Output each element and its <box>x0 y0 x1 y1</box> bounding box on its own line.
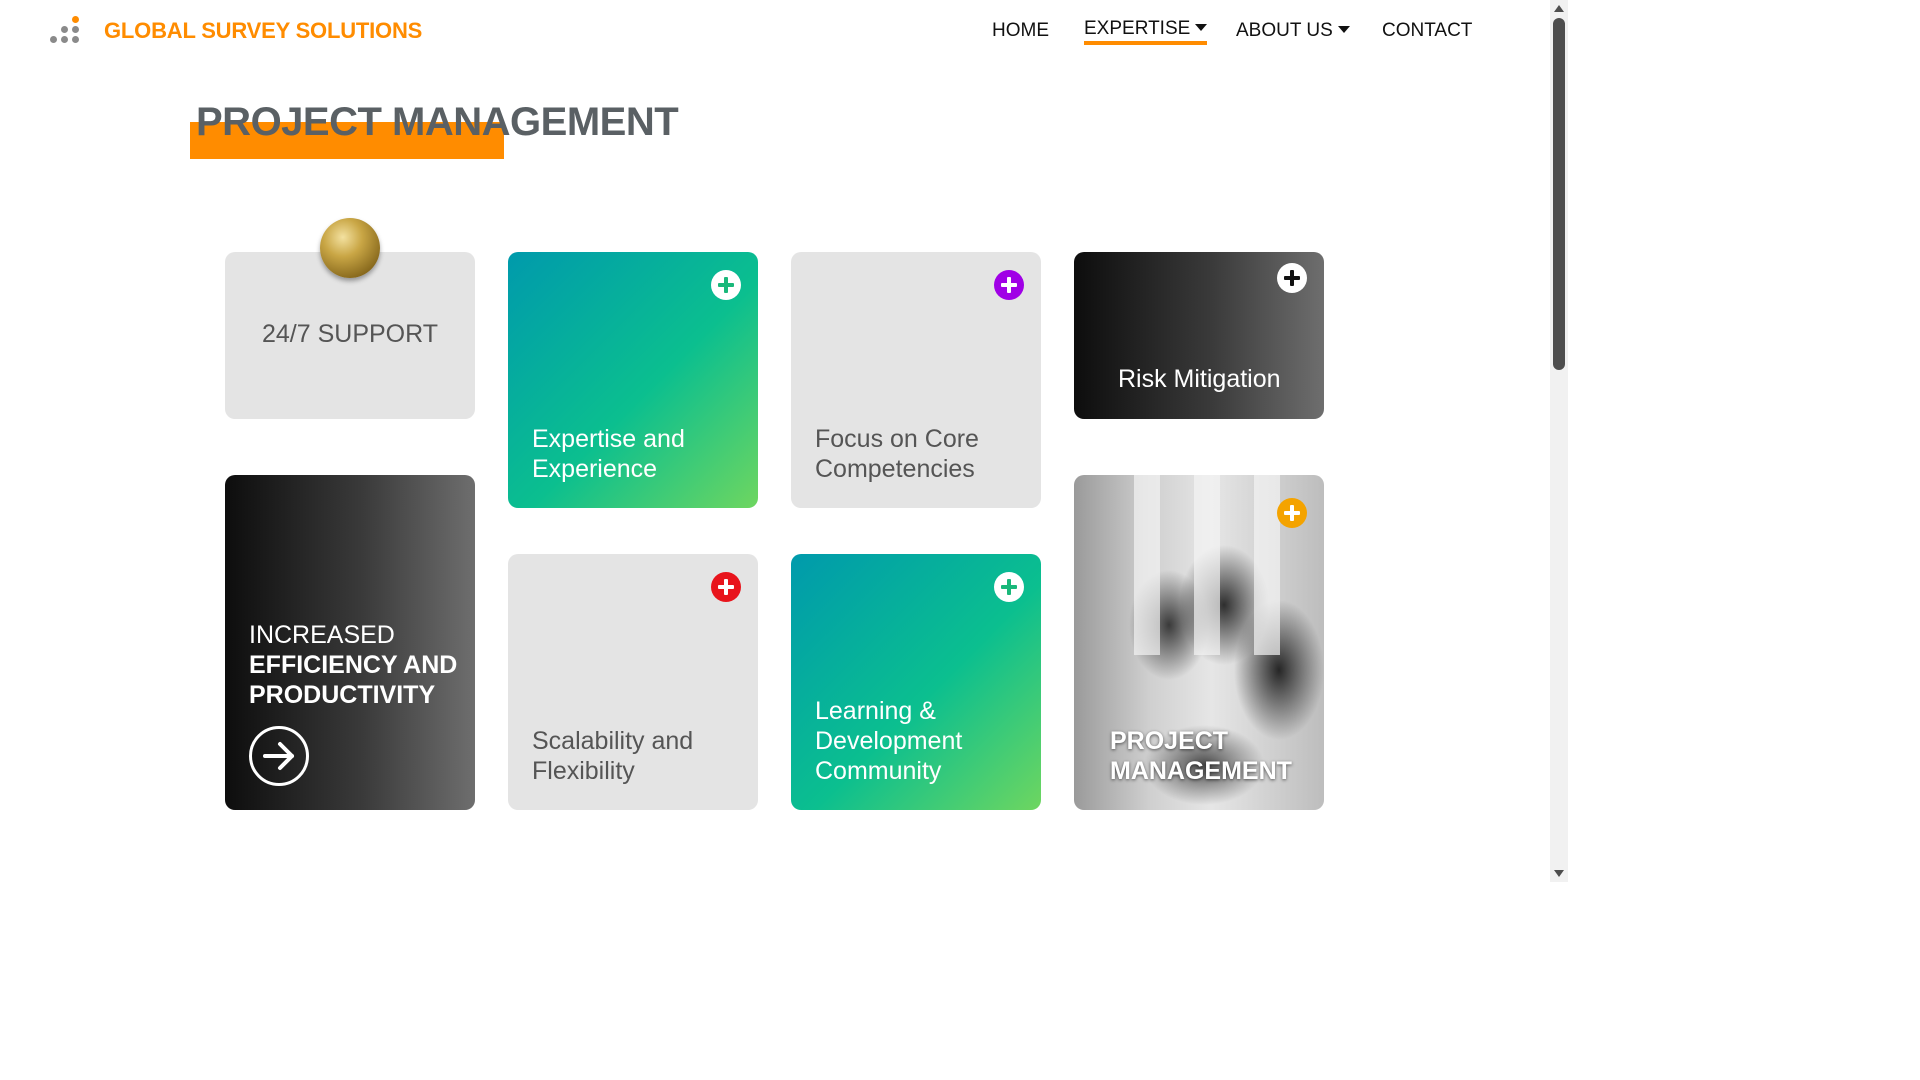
nav-expertise[interactable]: EXPERTISE <box>1084 18 1208 45</box>
card-risk-label: Risk Mitigation <box>1118 365 1281 393</box>
plus-circle-icon[interactable] <box>711 270 741 300</box>
card-project-management[interactable]: PROJECT MANAGEMENT <box>1074 475 1324 810</box>
plus-circle-icon[interactable] <box>1277 263 1307 293</box>
caret-down-icon <box>1195 24 1208 31</box>
nav-home-label: HOME <box>992 20 1049 41</box>
scroll-thumb[interactable] <box>1553 18 1565 370</box>
card-focus-label: Focus on Core Competencies <box>815 424 979 484</box>
plus-circle-icon[interactable] <box>711 572 741 602</box>
card-focus[interactable]: Focus on Core Competencies <box>791 252 1041 508</box>
card-efficiency-line2: EFFICIENCY AND <box>249 651 458 679</box>
card-scalability[interactable]: Scalability and Flexibility <box>508 554 758 810</box>
card-risk[interactable]: Risk Mitigation <box>1074 252 1324 419</box>
nav-about-us-label: ABOUT US <box>1236 20 1333 41</box>
card-project-management-label: PROJECT MANAGEMENT <box>1110 726 1292 786</box>
scroll-up-arrow-icon[interactable] <box>1554 5 1564 12</box>
card-scalability-line1: Scalability and <box>532 727 694 755</box>
plus-circle-icon[interactable] <box>994 572 1024 602</box>
card-support-label: 24/7 SUPPORT <box>261 320 438 348</box>
main-nav: HOME EXPERTISE ABOUT US CONTACT <box>0 18 1568 48</box>
card-efficiency-line3: PRODUCTIVITY <box>249 681 436 709</box>
nav-contact-label: CONTACT <box>1382 20 1473 41</box>
nav-expertise-label: EXPERTISE <box>1084 18 1191 39</box>
nav-contact[interactable]: CONTACT <box>1382 20 1472 42</box>
card-expertise[interactable]: Expertise and Experience <box>508 252 758 508</box>
card-learning[interactable]: Learning & Development Community <box>791 554 1041 810</box>
card-learning-label: Learning & Development Community <box>815 696 962 786</box>
page-title: PROJECT MANAGEMENT <box>196 100 679 144</box>
photo-window <box>1254 475 1280 655</box>
card-efficiency-label: INCREASED EFFICIENCY AND PRODUCTIVITY <box>249 620 457 710</box>
card-learning-line1: Learning & <box>815 697 936 725</box>
card-focus-line1: Focus on Core <box>815 425 979 453</box>
plus-circle-icon[interactable] <box>994 270 1024 300</box>
page-scrollbar[interactable] <box>1550 0 1568 882</box>
card-project-line1: PROJECT <box>1110 727 1229 755</box>
photo-window <box>1134 475 1160 655</box>
card-expertise-label: Expertise and Experience <box>532 424 685 484</box>
gold-ball-icon <box>320 218 380 278</box>
card-efficiency[interactable]: INCREASED EFFICIENCY AND PRODUCTIVITY <box>225 475 475 810</box>
photo-window <box>1194 475 1220 655</box>
nav-home[interactable]: HOME <box>992 20 1049 42</box>
card-scalability-label: Scalability and Flexibility <box>532 726 693 786</box>
card-scalability-line2: Flexibility <box>532 757 635 785</box>
caret-down-icon <box>1337 26 1350 33</box>
scroll-down-arrow-icon[interactable] <box>1554 870 1564 877</box>
card-project-line2: MANAGEMENT <box>1110 757 1292 785</box>
card-efficiency-line1: INCREASED <box>249 621 395 649</box>
card-focus-line2: Competencies <box>815 455 975 483</box>
plus-circle-icon[interactable] <box>1277 498 1307 528</box>
card-expertise-line2: Experience <box>532 455 658 483</box>
card-learning-line2: Development <box>815 727 963 755</box>
nav-about-us[interactable]: ABOUT US <box>1236 20 1350 42</box>
arrow-right-circle-icon[interactable] <box>249 726 309 786</box>
card-learning-line3: Community <box>815 757 942 785</box>
card-expertise-line1: Expertise and <box>532 425 685 453</box>
